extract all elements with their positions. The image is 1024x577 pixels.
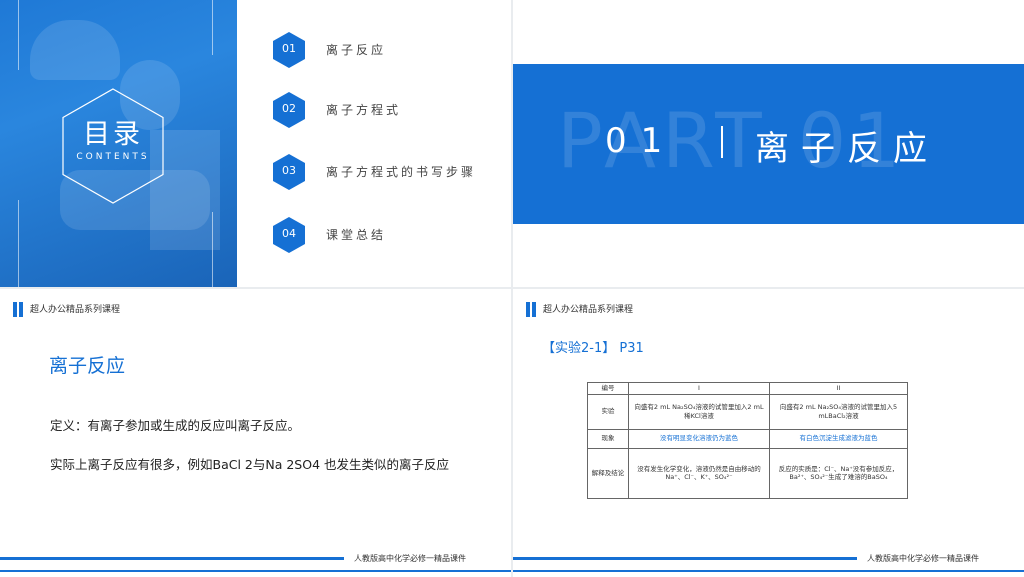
part-title: 离子反应	[755, 129, 939, 169]
table-row: 解释及结论 没有发生化学变化，溶液仍然是自由移动的Na⁺、Cl⁻、K⁺、SO₄²…	[587, 447, 908, 499]
toc-number: 02	[282, 102, 296, 115]
toc-number: 03	[282, 164, 296, 177]
toc-item-3[interactable]: 03 离子方程式的书写步骤	[273, 154, 503, 190]
slide-experiment[interactable]: 超人办公精品系列课程 【实验2-1】 P31 编号 I II 实验 向盛有2 m…	[513, 289, 1024, 577]
slide-contents[interactable]: 目录 CONTENTS 01 离子反应 02 离子方程式 03 离子方程式的书写…	[0, 0, 511, 287]
table-cell: 向盛有2 mL Na₂SO₄溶液的试管里加入2 mL稀KCl溶液	[628, 393, 770, 430]
toc-item-1[interactable]: 01 离子反应	[273, 32, 503, 68]
table-cell: 实验	[587, 393, 629, 430]
example-text: 实际上离子反应有很多，例如BaCl 2与Na 2SO4 也发生类似的离子反应	[50, 457, 450, 472]
toc-label: 课堂总结	[326, 228, 387, 242]
table-row: 编号 I II	[587, 382, 908, 395]
header-text: 超人办公精品系列课程	[30, 305, 121, 315]
part-number: 01	[605, 121, 677, 161]
toc-item-4[interactable]: 04 课堂总结	[273, 217, 503, 253]
toc-item-2[interactable]: 02 离子方程式	[273, 92, 503, 128]
header-bars-icon	[526, 302, 537, 317]
table-cell: 有白色沉淀生成滤液为蓝色	[769, 428, 908, 449]
slide-definition[interactable]: 超人办公精品系列课程 离子反应 定义：有离子参加或生成的反应叫离子反应。 实际上…	[0, 289, 511, 577]
table-row: 实验 向盛有2 mL Na₂SO₄溶液的试管里加入2 mL稀KCl溶液 向盛有2…	[587, 393, 908, 430]
toc-label: 离子方程式的书写步骤	[326, 165, 477, 179]
footer-text: 人教版高中化学必修一精品课件	[867, 554, 979, 563]
table-cell: 向盛有2 mL Na₂SO₄溶液的试管里加入5 mLBaCl₂溶液	[769, 393, 908, 430]
table-row: 现象 没有明显变化溶液仍为蓝色 有白色沉淀生成滤液为蓝色	[587, 428, 908, 449]
toc-label: 离子反应	[326, 43, 387, 57]
footer-line-bottom	[513, 570, 1024, 572]
header-text: 超人办公精品系列课程	[543, 305, 634, 315]
slide-part-title[interactable]: PART 01 01 离子反应	[513, 0, 1024, 287]
table-cell: 没有明显变化溶液仍为蓝色	[628, 428, 770, 449]
slide-heading: 离子反应	[49, 355, 126, 377]
table-header: 编号	[587, 382, 629, 395]
contents-subtitle: CONTENTS	[76, 152, 150, 162]
footer-line	[513, 557, 857, 560]
table-cell: 现象	[587, 428, 629, 449]
table-cell: 解释及结论	[587, 447, 629, 499]
footer-line	[0, 557, 344, 560]
table-header: I	[628, 382, 770, 395]
footer-line-bottom	[0, 570, 511, 572]
table-cell: 反应的实质是：Cl⁻、Na⁺没有参加反应，Ba²⁺、SO₄²⁻生成了难溶的BaS…	[769, 447, 908, 499]
toc-number: 04	[282, 227, 296, 240]
toc-label: 离子方程式	[326, 103, 402, 117]
table-header: II	[769, 382, 908, 395]
experiment-title: 【实验2-1】 P31	[542, 341, 644, 356]
footer-text: 人教版高中化学必修一精品课件	[354, 554, 466, 563]
divider	[721, 126, 723, 158]
contents-title: 目录	[83, 119, 143, 150]
experiment-table: 编号 I II 实验 向盛有2 mL Na₂SO₄溶液的试管里加入2 mL稀KC…	[587, 382, 908, 499]
header-bars-icon	[13, 302, 24, 317]
definition-text: 定义：有离子参加或生成的反应叫离子反应。	[50, 418, 301, 433]
table-cell: 没有发生化学变化，溶液仍然是自由移动的Na⁺、Cl⁻、K⁺、SO₄²⁻	[628, 447, 770, 499]
toc-number: 01	[282, 42, 296, 55]
